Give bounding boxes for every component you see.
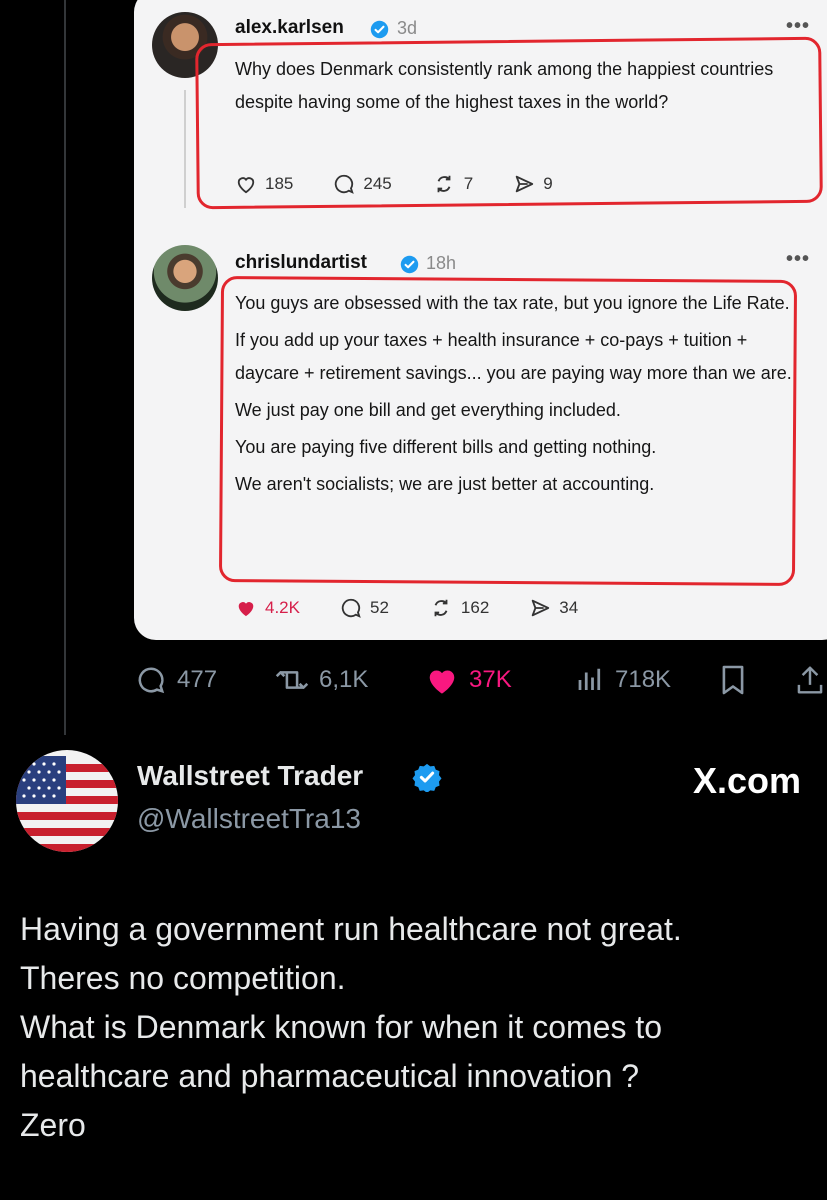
views-button[interactable]: 718K [575, 665, 671, 695]
verified-badge-icon [412, 763, 442, 792]
like-count: 37K [469, 666, 512, 693]
heart-filled-icon [429, 670, 455, 694]
repost-icon [434, 599, 448, 617]
heart-filled-icon [238, 602, 254, 617]
post1-time: 3d [397, 18, 418, 38]
repost-count: 6,1K [319, 666, 369, 693]
post-line: Theres no competition. [20, 960, 346, 996]
post2-repost-button[interactable]: 162 [429, 597, 489, 619]
post2-like-button[interactable]: 4.2K [235, 598, 300, 618]
post2-actions: 4.2K 52 162 34 [235, 597, 618, 619]
red-highlight-box-post1 [195, 36, 823, 210]
post-line: Zero [20, 1107, 86, 1143]
post2-comment-count: 52 [369, 598, 389, 617]
like-button[interactable]: 37K [425, 665, 512, 695]
share-button[interactable] [795, 664, 827, 696]
post-line: Having a government run healthcare not g… [20, 911, 682, 947]
reply-button[interactable]: 477 [135, 665, 217, 695]
post-line: healthcare and pharmaceutical innovation… [20, 1058, 640, 1094]
quoted-screenshot-card[interactable]: alex.karlsen 3d ••• Why does Denmark con… [134, 0, 827, 640]
send-icon [532, 599, 550, 617]
verified-badge-icon [370, 20, 389, 39]
red-highlight-box-post2 [218, 275, 798, 587]
avatar-us-flag[interactable] [16, 750, 118, 852]
post2-share-button[interactable]: 34 [529, 597, 578, 619]
repost-button[interactable]: 6,1K [275, 666, 368, 694]
us-flag-icon [16, 750, 118, 852]
verified-badge-icon [400, 255, 419, 274]
x-com-watermark: X.com [693, 760, 802, 801]
post-action-bar: 477 6,1K 37K 718K [135, 660, 827, 700]
reply-icon [138, 667, 165, 694]
post-line: What is Denmark known for when it comes … [20, 1009, 663, 1045]
repost-icon [275, 671, 309, 689]
post2-time: 18h [426, 253, 457, 273]
author-handle[interactable]: @WallstreetTra13 [137, 803, 361, 835]
bookmark-button[interactable] [720, 664, 756, 696]
views-count: 718K [615, 666, 672, 693]
post1-more-icon[interactable]: ••• [786, 15, 810, 38]
reply-connector [184, 90, 186, 208]
post1-username[interactable]: alex.karlsen [235, 17, 344, 39]
post2-like-count: 4.2K [265, 598, 300, 617]
post2-more-icon[interactable]: ••• [786, 248, 810, 271]
post2-username[interactable]: chrislundartist [235, 252, 367, 274]
analytics-icon [578, 668, 601, 690]
share-upload-icon [797, 666, 823, 694]
reply-count: 477 [177, 666, 218, 693]
avatar-chrislundartist[interactable] [152, 245, 218, 311]
post2-repost-count: 162 [460, 598, 490, 617]
post2-share-count: 34 [559, 598, 579, 617]
post2-comment-button[interactable]: 52 [340, 597, 389, 619]
thread-line [64, 0, 66, 735]
comment-bubble-icon [341, 598, 361, 618]
post-body: Having a government run healthcare not g… [20, 905, 820, 1150]
bookmark-icon [722, 665, 744, 695]
author-display-name[interactable]: Wallstreet Trader [137, 760, 363, 792]
